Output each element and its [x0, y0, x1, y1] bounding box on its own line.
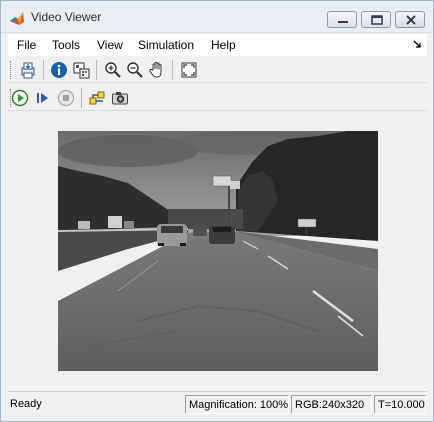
close-button[interactable]: [395, 11, 425, 28]
maximize-button[interactable]: [361, 11, 391, 28]
menu-tools[interactable]: Tools: [52, 38, 80, 52]
minimize-button[interactable]: [327, 11, 357, 28]
play-icon[interactable]: [11, 89, 29, 107]
matlab-logo-icon: [9, 10, 25, 26]
video-frame[interactable]: [58, 131, 378, 371]
pixel-region-icon[interactable]: [72, 61, 90, 79]
video-viewer-window: Video Viewer File Tools View Simulation …: [0, 0, 434, 422]
info-icon[interactable]: [50, 61, 68, 79]
menu-view[interactable]: View: [97, 38, 123, 52]
close-icon: [406, 15, 416, 25]
status-bar: Ready Magnification: 100% RGB:240x320 T=…: [8, 391, 427, 415]
zoom-in-icon[interactable]: [104, 61, 122, 79]
highlight-simulink-signal-icon[interactable]: [88, 89, 106, 107]
dock-arrow-icon[interactable]: [413, 40, 421, 48]
pan-hand-icon[interactable]: [148, 61, 166, 79]
maximize-icon: [371, 15, 383, 25]
stop-icon[interactable]: [57, 89, 75, 107]
print-icon[interactable]: [19, 61, 37, 79]
magnification-readout: Magnification: 100%: [185, 395, 289, 414]
menu-bar: File Tools View Simulation Help: [8, 34, 427, 56]
toolbar-playback: [8, 85, 427, 111]
fit-to-window-icon[interactable]: [180, 61, 198, 79]
toolbar-separator: [43, 60, 44, 80]
title-bar[interactable]: Video Viewer: [1, 1, 433, 33]
snapshot-camera-icon[interactable]: [111, 89, 129, 107]
toolbar-grip[interactable]: [10, 61, 12, 79]
format-readout: RGB:240x320: [291, 395, 372, 414]
zoom-out-icon[interactable]: [126, 61, 144, 79]
toolbar-separator: [81, 88, 82, 108]
menu-simulation[interactable]: Simulation: [138, 38, 194, 52]
menu-file[interactable]: File: [17, 38, 36, 52]
time-readout: T=10.000: [374, 395, 426, 414]
minimize-icon: [338, 21, 348, 23]
toolbar-separator: [96, 60, 97, 80]
window-title: Video Viewer: [31, 10, 102, 24]
step-forward-icon[interactable]: [34, 89, 52, 107]
toolbar-main: [8, 57, 427, 83]
toolbar-separator: [172, 60, 173, 80]
video-frame-image: [58, 131, 378, 371]
menu-help[interactable]: Help: [211, 38, 236, 52]
status-text: Ready: [10, 398, 42, 410]
